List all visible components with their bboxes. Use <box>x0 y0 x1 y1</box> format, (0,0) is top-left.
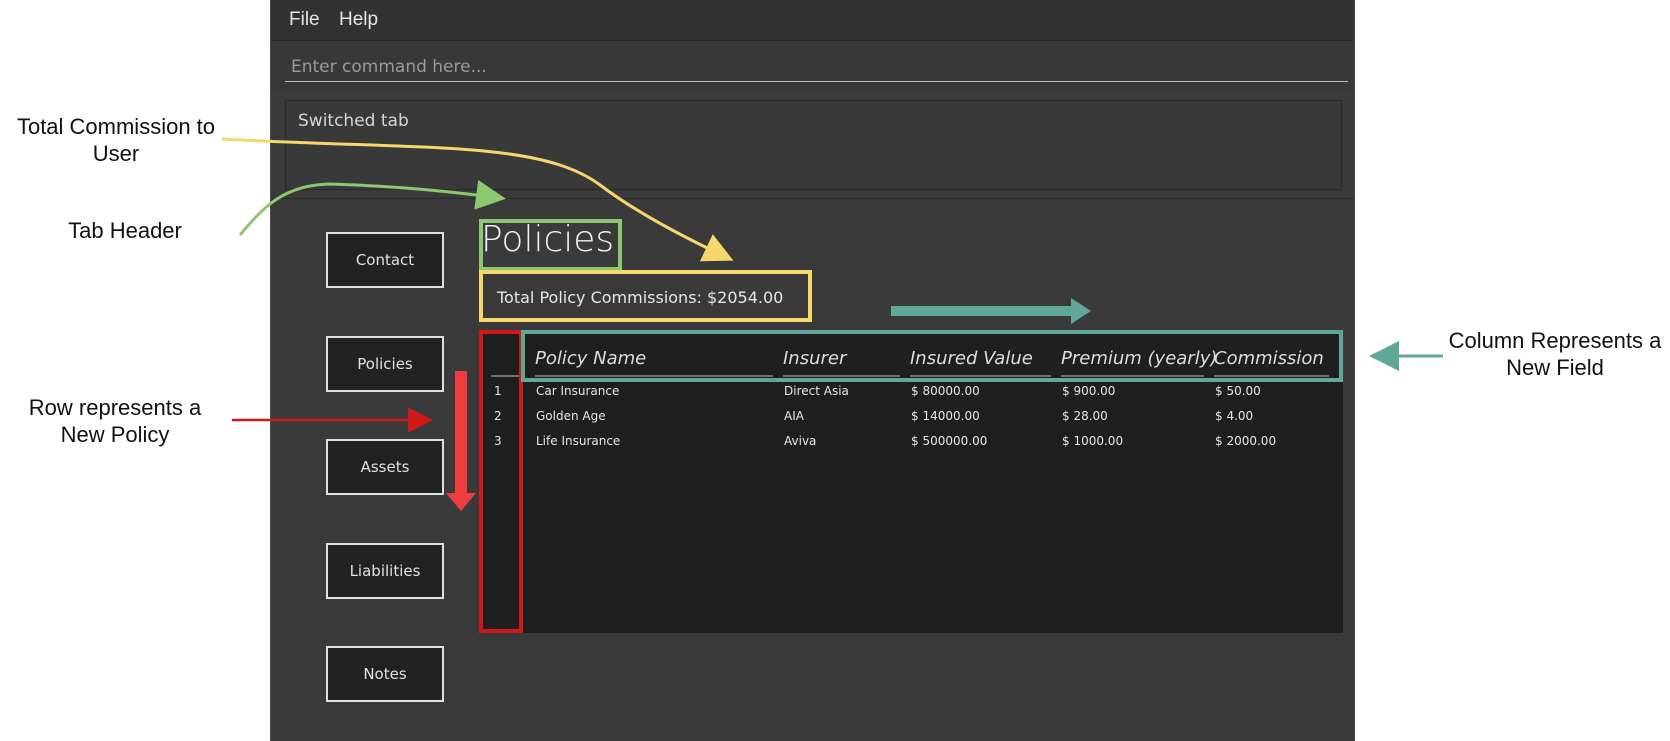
commission-arrow <box>221 137 734 262</box>
teal-right-arrow-shaft <box>891 306 1071 316</box>
red-down-arrow-head <box>446 493 476 511</box>
tab-header-annotation: Tab Header <box>68 218 182 243</box>
tab-header-arrow <box>238 179 506 236</box>
annotation-arrows <box>221 137 1443 511</box>
teal-right-arrow-head <box>1071 298 1091 324</box>
total-commission-annotation: Total Commission to User <box>16 114 216 166</box>
column-annotation: Column Represents a New Field <box>1448 328 1662 380</box>
row-annotation: Row represents a New Policy <box>28 395 202 447</box>
red-down-arrow-shaft <box>455 371 467 493</box>
